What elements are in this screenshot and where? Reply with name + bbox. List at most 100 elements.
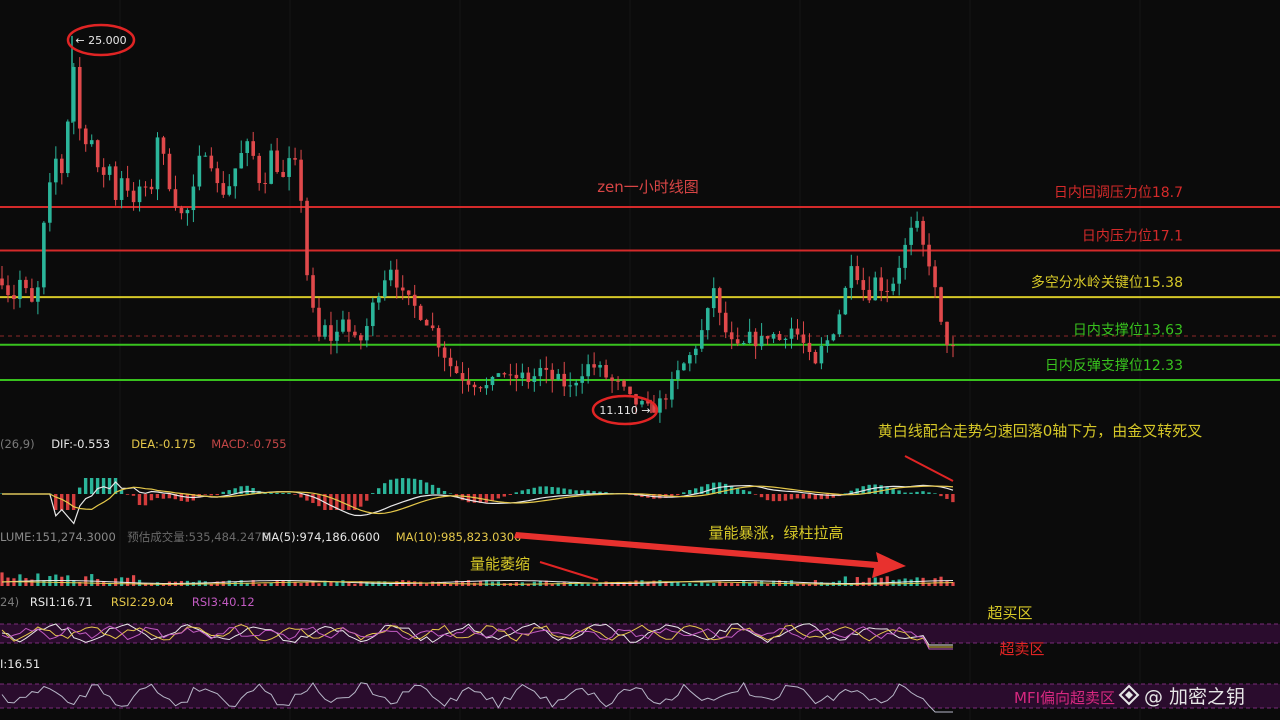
macd-histogram-bar — [777, 494, 782, 502]
macd-histogram-bar — [496, 494, 501, 499]
macd-histogram-bar — [568, 489, 572, 494]
macd-histogram-bar — [574, 490, 578, 494]
volume-bar — [742, 580, 746, 586]
volume-bar — [90, 574, 94, 586]
macd-histogram-bar — [406, 478, 411, 494]
macd-histogram-bar — [101, 478, 106, 494]
candle-body — [341, 319, 345, 332]
candle-body — [496, 373, 501, 377]
candle-body — [215, 168, 220, 184]
candle-body — [580, 376, 584, 383]
candle-body — [83, 128, 88, 145]
candle-body — [287, 158, 291, 177]
candle-body — [933, 266, 937, 288]
candle-body — [191, 186, 196, 211]
macd-histogram-bar — [562, 488, 566, 494]
candle-body — [945, 321, 949, 346]
candle-body — [275, 150, 279, 172]
volume-bar — [736, 583, 740, 586]
candle-body — [167, 153, 172, 190]
macd-histogram-bar — [263, 493, 267, 494]
volume-bar — [448, 583, 453, 586]
volume-bar — [712, 583, 716, 586]
candle-body — [927, 244, 931, 267]
candle-body — [311, 275, 315, 308]
candle-body — [317, 307, 321, 337]
macd-histogram-bar — [269, 493, 273, 494]
candle-body — [293, 158, 297, 160]
candle-body — [406, 290, 411, 295]
candle-body — [921, 220, 925, 245]
rsi-header-value: 24) — [0, 595, 19, 609]
macd-histogram-bar — [203, 494, 207, 495]
macd-histogram-bar — [705, 484, 710, 494]
macd-histogram-bar — [245, 485, 249, 494]
candle-body — [658, 398, 662, 413]
macd-header-value: MACD:-0.755 — [211, 437, 286, 451]
candle-body — [568, 385, 573, 387]
volume-bar — [341, 580, 345, 586]
candle-body — [532, 376, 537, 382]
volume-header-value: 预估成交量:535,484.2478 — [127, 530, 269, 544]
volume-bar — [897, 579, 901, 586]
candle-body — [30, 288, 34, 302]
candle-body — [915, 220, 919, 228]
volume-bar — [0, 572, 4, 586]
volume-bar — [879, 577, 883, 586]
macd-histogram-bar — [382, 483, 387, 494]
candle-body — [741, 342, 746, 344]
mfi-value: I:16.51 — [0, 657, 40, 671]
candle-body — [939, 287, 943, 322]
macd-histogram-bar — [466, 494, 471, 503]
candle-body — [556, 373, 561, 380]
mfi-note: MFI偏向超卖区 — [1014, 689, 1115, 707]
rsi-header-value: RSI2:29.04 — [111, 595, 174, 609]
rsi-header-value: RSI3:40.12 — [192, 595, 255, 609]
volume-note-surge: 量能暴涨，绿柱拉高 — [708, 524, 843, 542]
macd-histogram-bar — [484, 494, 489, 503]
macd-histogram-bar — [83, 478, 88, 494]
macd-histogram-bar — [155, 494, 160, 499]
volume-bar — [275, 580, 279, 586]
volume-bar — [688, 582, 692, 586]
zen-hourly-chart: 日内回调压力位18.7日内压力位17.1多空分水岭关键位15.38日内支撑位13… — [0, 0, 1280, 720]
macd-histogram-bar — [221, 491, 225, 494]
macd-histogram-bar — [556, 487, 560, 494]
macd-histogram-bar — [807, 494, 812, 499]
macd-histogram-bar — [299, 494, 303, 498]
diamond-logo-icon — [1118, 684, 1140, 706]
candle-body — [125, 178, 130, 191]
volume-bar — [263, 583, 267, 586]
volume-bar — [257, 583, 261, 586]
volume-header-value: MA(5):974,186.0600 — [262, 530, 380, 544]
candle-body — [574, 382, 578, 386]
macd-histogram-bar — [951, 494, 955, 503]
watermark: @ 加密之钥 — [1118, 680, 1245, 710]
watermark-text: @ 加密之钥 — [1144, 685, 1246, 708]
candle-body — [514, 374, 519, 379]
macd-histogram-bar — [143, 494, 148, 506]
candle-body — [562, 373, 567, 387]
candle-body — [682, 363, 686, 371]
candle-body — [891, 283, 895, 292]
candle-body — [149, 186, 154, 190]
candle-body — [460, 373, 465, 381]
low-price-label: 11.110 → — [599, 404, 650, 417]
macd-histogram-bar — [77, 487, 82, 494]
volume-bar — [724, 583, 728, 586]
macd-histogram-bar — [161, 494, 166, 499]
candle-body — [281, 171, 285, 177]
candle-body — [508, 374, 513, 376]
volume-bar — [754, 581, 758, 586]
candle-body — [436, 328, 441, 348]
macd-histogram-bar — [227, 490, 231, 494]
candle-body — [610, 377, 614, 381]
macd-histogram-bar — [855, 488, 859, 494]
volume-bar — [18, 574, 22, 586]
macd-histogram-bar — [741, 489, 746, 494]
volume-bar — [933, 578, 937, 586]
macd-histogram-bar — [921, 491, 925, 494]
volume-bar — [353, 583, 357, 586]
volume-bar — [867, 577, 871, 586]
volume-bar — [694, 583, 698, 586]
